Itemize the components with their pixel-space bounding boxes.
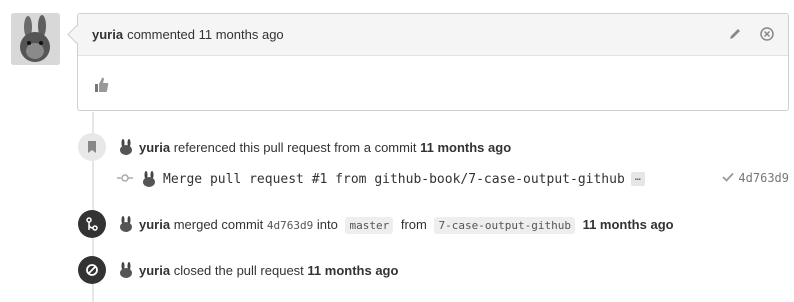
comment-box: yuria commented 11 months ago [67,13,789,111]
close-circle-icon[interactable] [760,27,774,44]
circle-slash-icon [78,256,106,284]
git-commit-icon [117,172,133,187]
event-time[interactable]: 11 months ago [307,263,398,278]
event-author[interactable]: yuria [139,140,170,155]
event-closed-text: yuria closed the pull request 11 months … [139,262,399,278]
comment-header: yuria commented 11 months ago [78,14,788,56]
commit-row: Merge pull request #1 from github-book/7… [117,171,789,187]
event-referenced-text: yuria referenced this pull request from … [139,139,512,155]
thumbs-up-icon [92,77,110,97]
pencil-icon[interactable] [728,27,742,44]
event-time[interactable]: 11 months ago [420,140,511,155]
event-merged: yuria merged commit 4d763d9 into master … [78,210,674,238]
head-branch[interactable]: 7-case-output-github [434,216,575,234]
event-closed: yuria closed the pull request 11 months … [78,256,398,284]
event-merged-text: yuria merged commit 4d763d9 into master … [139,216,674,234]
commit-sha[interactable]: 4d763d9 [722,171,789,185]
mini-avatar[interactable] [118,139,134,155]
event-time[interactable]: 11 months ago [583,217,674,232]
base-branch[interactable]: master [345,216,394,234]
event-author[interactable]: yuria [139,217,170,232]
mini-avatar[interactable] [141,171,157,187]
avatar[interactable] [11,13,60,65]
comment-body [78,56,788,117]
commit-message[interactable]: Merge pull request #1 from github-book/7… [163,172,625,187]
event-author[interactable]: yuria [139,263,170,278]
comment-meta[interactable]: commented 11 months ago [127,27,284,42]
check-icon [722,171,735,185]
commit-expand-button[interactable]: … [630,172,645,186]
mini-avatar[interactable] [118,262,134,278]
mini-avatar[interactable] [118,216,134,232]
comment-author[interactable]: yuria [92,27,123,42]
bookmark-icon [78,133,106,161]
merge-icon [78,210,106,238]
merged-commit-sha[interactable]: 4d763d9 [267,219,313,232]
event-referenced: yuria referenced this pull request from … [78,133,511,161]
